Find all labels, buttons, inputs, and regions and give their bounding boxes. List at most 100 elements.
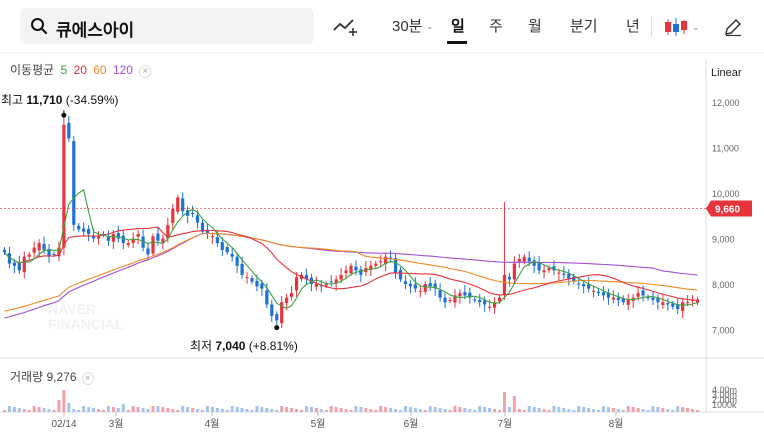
tab-quarter[interactable]: 분기: [570, 15, 598, 36]
candle-body: [393, 258, 398, 273]
close-icon[interactable]: ×: [81, 372, 94, 385]
candle: [230, 247, 234, 262]
candle-body: [240, 263, 244, 275]
volume-bar: [552, 406, 556, 412]
search-icon: [31, 18, 48, 35]
scale-mode[interactable]: Linear: [711, 67, 742, 79]
candle-body: [502, 274, 507, 295]
low-change: (+8.81%): [249, 339, 298, 353]
watermark-text: FINANCIAL: [48, 316, 124, 332]
candle: [681, 298, 685, 319]
candle-body: [423, 284, 427, 292]
ma60-value[interactable]: 60: [93, 63, 106, 77]
candle: [418, 285, 422, 298]
volume-value: 9,276: [46, 370, 77, 384]
volume-bar: [156, 406, 160, 412]
candle: [661, 294, 665, 309]
volume-bar: [379, 406, 383, 412]
candle-body: [418, 290, 422, 292]
volume-bar: [527, 406, 531, 412]
ma20-value[interactable]: 20: [74, 63, 87, 77]
x-tick-label: 02/14: [51, 419, 76, 430]
candle-body: [488, 306, 492, 308]
volume-bar: [562, 408, 566, 412]
candle-body: [294, 277, 299, 291]
volume-bar: [12, 407, 16, 412]
candle: [181, 192, 185, 217]
candle-body: [77, 225, 81, 230]
candle-body: [195, 215, 200, 223]
candle-body: [146, 248, 150, 255]
close-icon[interactable]: ×: [139, 65, 152, 78]
tab-month[interactable]: 월: [528, 15, 542, 36]
candle-body: [2, 249, 7, 253]
volume-bar: [641, 409, 645, 412]
candle-body: [557, 272, 561, 274]
candle-body: [230, 253, 234, 257]
moving-average-legend: 이동평균 5 20 60 120 ×: [10, 61, 154, 78]
volume-bar: [349, 410, 353, 412]
volume-bar: [196, 409, 200, 412]
tab-day[interactable]: 일: [451, 15, 465, 36]
candle-body: [591, 290, 596, 292]
high-prefix: 최고: [1, 93, 26, 107]
candle-body: [349, 265, 353, 274]
volume-bar: [453, 406, 457, 412]
compare-chart-icon[interactable]: [332, 16, 358, 38]
volume-bar: [507, 407, 511, 412]
volume-bar: [646, 410, 650, 412]
volume-bar: [502, 392, 506, 412]
candle-body: [577, 283, 581, 285]
candle: [245, 272, 249, 284]
search-query[interactable]: 큐에스아이: [56, 16, 134, 41]
volume-bar: [443, 409, 447, 412]
candle: [403, 275, 408, 290]
candle-body: [448, 299, 452, 301]
watermark-text: NAVER: [48, 301, 96, 317]
candle-body: [225, 247, 229, 253]
candle-body: [463, 292, 467, 296]
candle-body: [67, 122, 71, 139]
search-box[interactable]: 큐에스아이: [20, 8, 314, 44]
volume-bar: [567, 409, 571, 412]
candle: [200, 219, 205, 235]
volume-bar: [225, 410, 229, 412]
volume-bar: [433, 407, 437, 412]
tab-week[interactable]: 주: [489, 15, 503, 36]
candle-body: [270, 304, 274, 316]
candle-body: [601, 292, 606, 296]
candle-body: [339, 274, 343, 280]
candle: [611, 290, 615, 304]
chevron-down-icon[interactable]: ⌄: [426, 21, 434, 32]
ma120-value[interactable]: 120: [113, 63, 133, 77]
tab-year[interactable]: 년: [626, 15, 640, 36]
candle: [601, 286, 606, 301]
volume-bar: [181, 406, 185, 412]
volume-bar: [601, 406, 605, 412]
volume-tick-label: 1000k: [712, 400, 737, 410]
candle-body: [582, 284, 586, 287]
volume-bar: [304, 406, 308, 412]
volume-bar: [87, 407, 91, 412]
volume-bar: [691, 409, 695, 412]
volume-bar: [37, 407, 41, 412]
volume-bar: [488, 408, 492, 412]
candle-body: [611, 297, 615, 300]
toolbar: 큐에스아이 30분 ⌄ 일 주 월 분기 년 ⌄: [0, 0, 764, 52]
candle-type-icon[interactable]: ⌄: [664, 16, 700, 38]
draw-pencil-icon[interactable]: [723, 17, 743, 37]
candle: [492, 297, 497, 314]
volume-bar: [290, 408, 294, 412]
candle: [621, 295, 625, 305]
candle: [210, 232, 214, 244]
candle: [225, 244, 229, 255]
candle-body: [27, 254, 31, 257]
volume-bar: [468, 409, 472, 412]
candle-body: [255, 280, 259, 287]
candle-body: [235, 256, 239, 266]
interval-select[interactable]: 30분: [392, 15, 423, 36]
ma5-value[interactable]: 5: [61, 63, 68, 77]
candle-body: [329, 281, 333, 283]
low-marker: [274, 325, 280, 331]
y-tick-label: 11,000: [712, 144, 739, 154]
